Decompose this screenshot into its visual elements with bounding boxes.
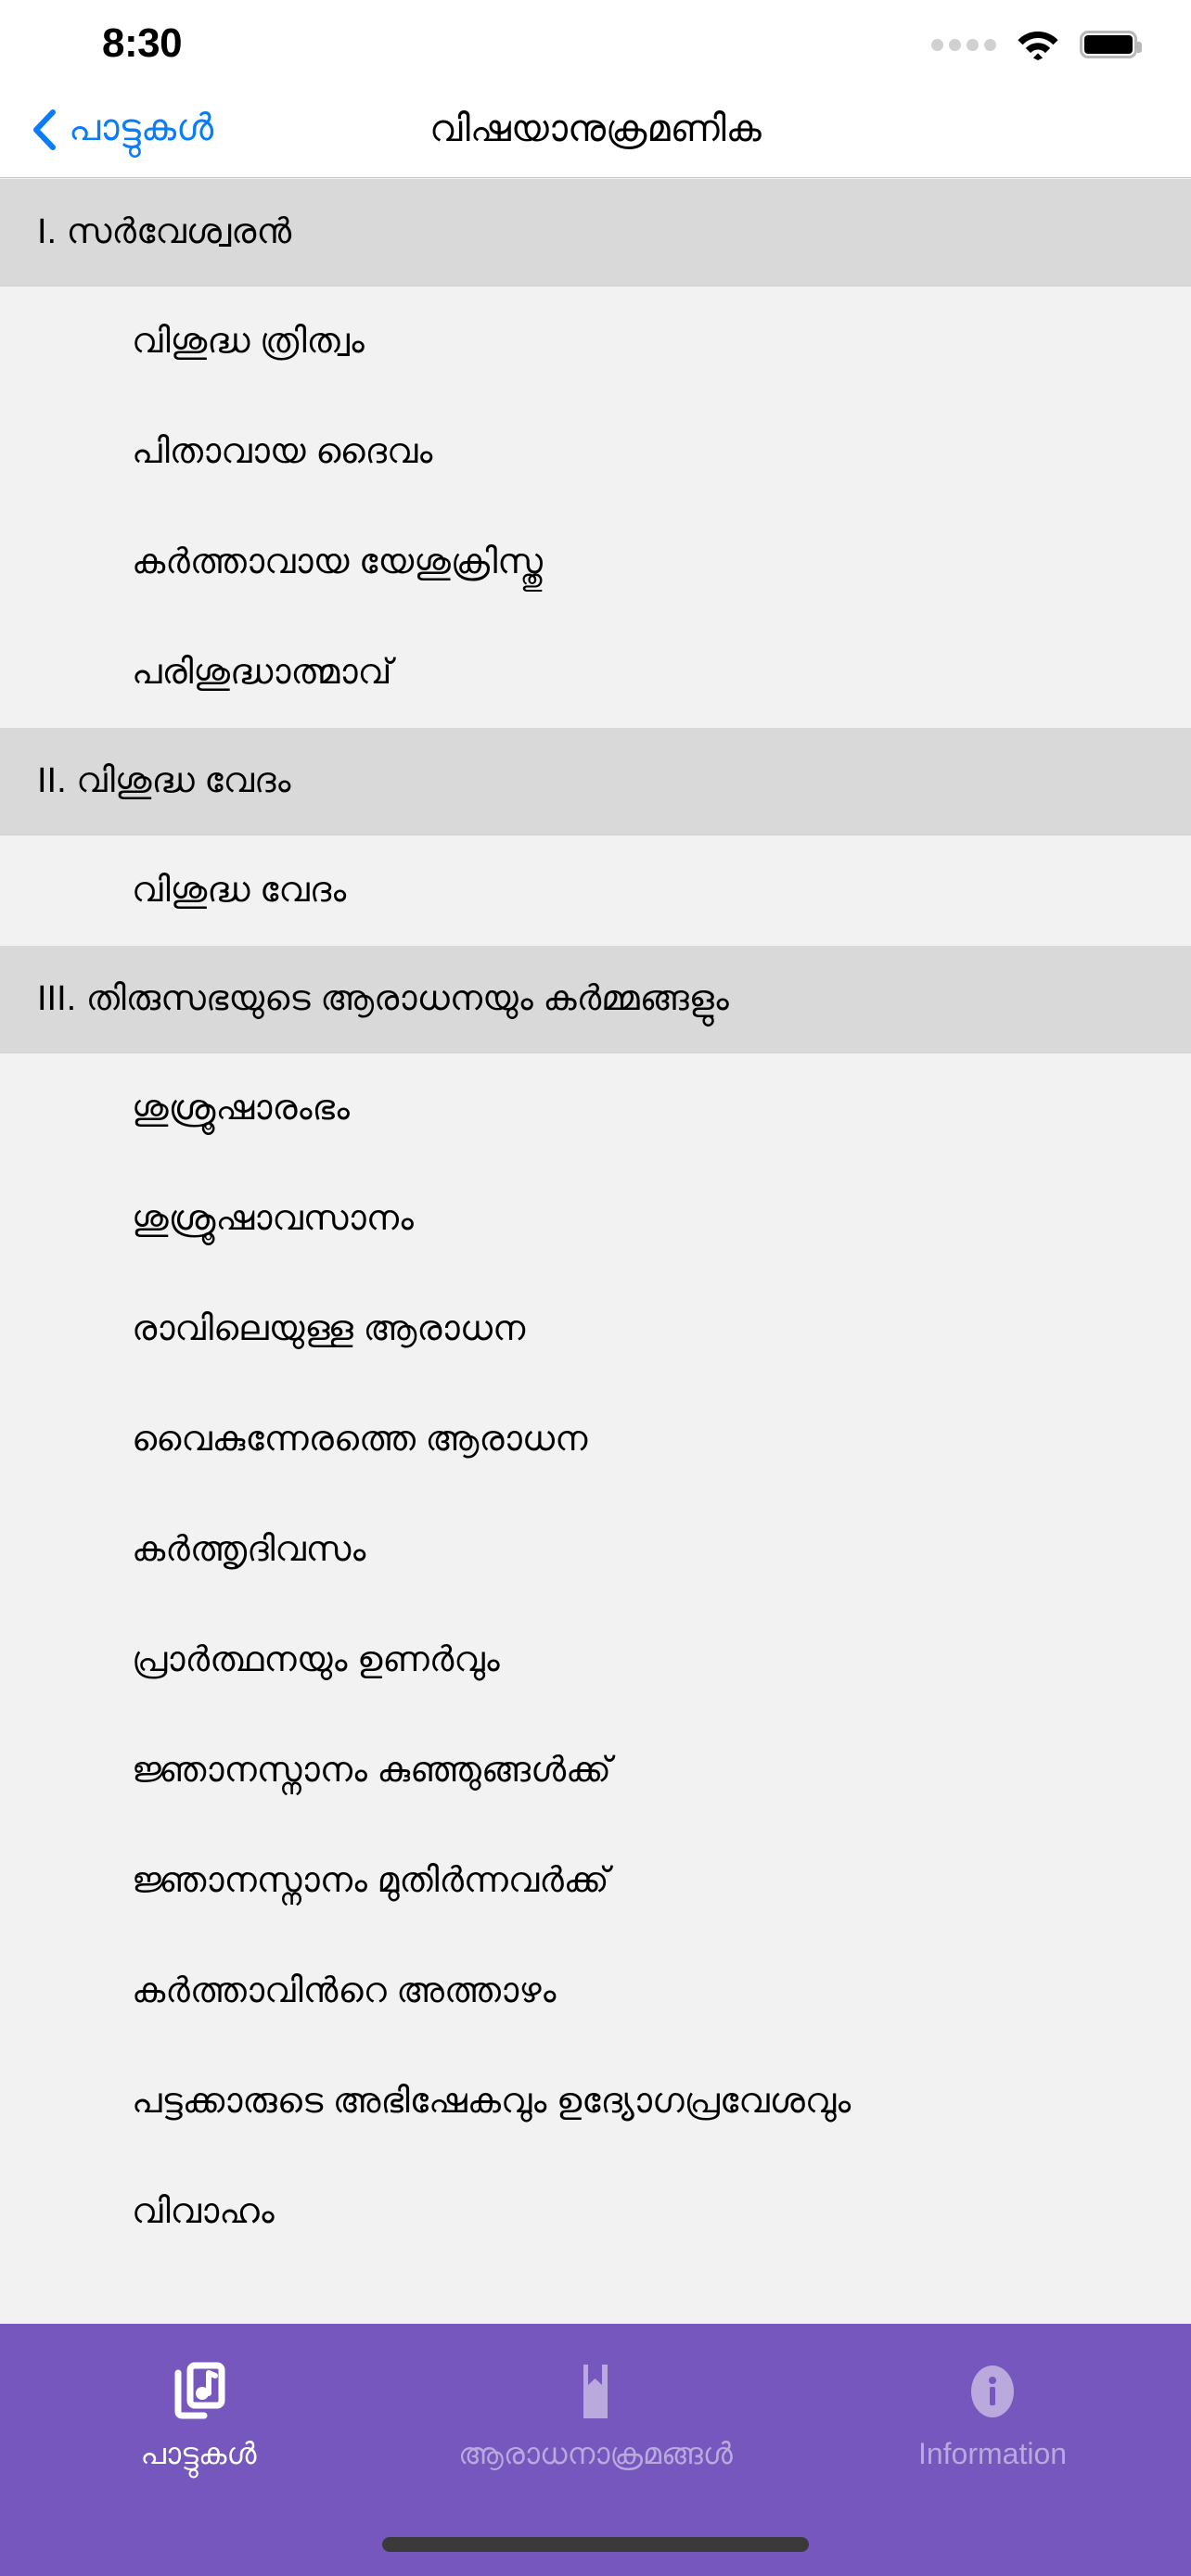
navigation-bar: വിഷയാനുക്രമണിക പാട്ടുകൾ — [0, 82, 1191, 178]
list-item[interactable]: ശുശ്രൂഷാവസാനം — [0, 1164, 1191, 1274]
list-item[interactable]: ജ്ഞാനസ്നാനം മുതിർന്നവർക്ക് — [0, 1826, 1191, 1936]
music-album-icon — [165, 2355, 232, 2428]
section-header: II. വിശുദ്ധ വേദം — [0, 728, 1191, 835]
tab-liturgies-label: ആരാധനാക്രമങ്ങൾ — [458, 2437, 733, 2470]
list-item-label: ശുശ്രൂഷാവസാനം — [132, 1198, 414, 1238]
list-item-label: ജ്ഞാനസ്നാനം കുഞ്ഞുങ്ങൾക്ക് — [132, 1750, 611, 1790]
status-bar-indicators — [931, 29, 1142, 60]
list-item[interactable]: കർത്താവായ യേശുക്രിസ്തു — [0, 507, 1191, 618]
list-item-label: പട്ടക്കാരുടെ അഭിഷേകവും ഉദ്യോഗപ്രവേശവും — [132, 2081, 852, 2121]
status-bar: 8:30 — [0, 0, 1191, 82]
tab-songs-label: പാട്ടുകൾ — [140, 2437, 257, 2470]
tab-liturgies[interactable]: ആരാധനാക്രമങ്ങൾ — [397, 2355, 794, 2468]
list-item-label: കർത്താവായ യേശുക്രിസ്തു — [132, 542, 543, 581]
list-item-label: കർത്താവിൻറെ അത്താഴം — [132, 1970, 557, 2010]
list-item-label: കർത്തൃദിവസം — [132, 1529, 366, 1569]
list-item[interactable]: കർത്തൃദിവസം — [0, 1495, 1191, 1605]
back-button[interactable]: പാട്ടുകൾ — [32, 107, 214, 150]
app-screen: 8:30 വിഷയാനുക്രമണിക പാട്ടുകൾ I. സർവേശ്വര… — [0, 0, 1191, 2576]
tab-songs[interactable]: പാട്ടുകൾ — [0, 2355, 397, 2468]
back-button-label: പാട്ടുകൾ — [69, 107, 214, 148]
battery-icon — [1080, 31, 1142, 58]
section-header: III. തിരുസഭയുടെ ആരാധനയും കർമ്മങ്ങളും — [0, 946, 1191, 1053]
list-item-label: വൈകുന്നേരത്തെ ആരാധന — [132, 1419, 588, 1459]
tab-bar: പാട്ടുകൾ ആരാധനാക്രമങ്ങൾ Information — [0, 2324, 1191, 2576]
list-item[interactable]: ജ്ഞാനസ്നാനം കുഞ്ഞുങ്ങൾക്ക് — [0, 1715, 1191, 1826]
list-item[interactable]: ശുശ്രൂഷാരംഭം — [0, 1053, 1191, 1164]
list-item-label: വിശുദ്ധ വേദം — [132, 870, 347, 910]
list-item[interactable]: വിശുദ്ധ ത്രിത്വം — [0, 287, 1191, 397]
list-item-label: ശുശ്രൂഷാരംഭം — [132, 1088, 350, 1128]
list-item-label: പരിശുദ്ധാത്മാവ് — [132, 652, 392, 692]
wifi-icon — [1017, 29, 1059, 60]
status-bar-time: 8:30 — [102, 20, 183, 66]
list-item-label: പിതാവായ ദൈവം — [132, 431, 433, 471]
list-item[interactable]: വിശുദ്ധ വേദം — [0, 835, 1191, 946]
list-item-label: വിവാഹം — [132, 2191, 275, 2231]
list-item-label: പ്രാർത്ഥനയും ഉണർവും — [132, 1639, 500, 1679]
list-item[interactable]: വിവാഹം — [0, 2157, 1191, 2267]
list-item[interactable]: പ്രാർത്ഥനയും ഉണർവും — [0, 1605, 1191, 1715]
list-item[interactable]: രാവിലെയുള്ള ആരാധന — [0, 1274, 1191, 1384]
signal-dots-icon — [931, 38, 996, 51]
home-indicator[interactable] — [382, 2537, 809, 2552]
section-header: I. സർവേശ്വരൻ — [0, 179, 1191, 287]
bookmark-book-icon — [562, 2355, 629, 2428]
tab-information[interactable]: Information — [794, 2355, 1191, 2468]
list-item[interactable]: വൈകുന്നേരത്തെ ആരാധന — [0, 1384, 1191, 1495]
list-item[interactable]: കർത്താവിൻറെ അത്താഴം — [0, 1936, 1191, 2047]
list-item[interactable]: പരിശുദ്ധാത്മാവ് — [0, 618, 1191, 728]
list-item[interactable]: പിതാവായ ദൈവം — [0, 397, 1191, 507]
list-item-label: ജ്ഞാനസ്നാനം മുതിർന്നവർക്ക് — [132, 1860, 609, 1900]
list-item[interactable]: പട്ടക്കാരുടെ അഭിഷേകവും ഉദ്യോഗപ്രവേശവും — [0, 2047, 1191, 2157]
tab-information-label: Information — [917, 2437, 1068, 2470]
chevron-left-icon — [32, 108, 56, 150]
topical-index-list[interactable]: I. സർവേശ്വരൻ വിശുദ്ധ ത്രിത്വം പിതാവായ ദൈ… — [0, 179, 1191, 2324]
list-item-label: വിശുദ്ധ ത്രിത്വം — [132, 321, 365, 361]
info-circle-icon — [959, 2355, 1026, 2428]
list-item-label: രാവിലെയുള്ള ആരാധന — [132, 1308, 526, 1348]
